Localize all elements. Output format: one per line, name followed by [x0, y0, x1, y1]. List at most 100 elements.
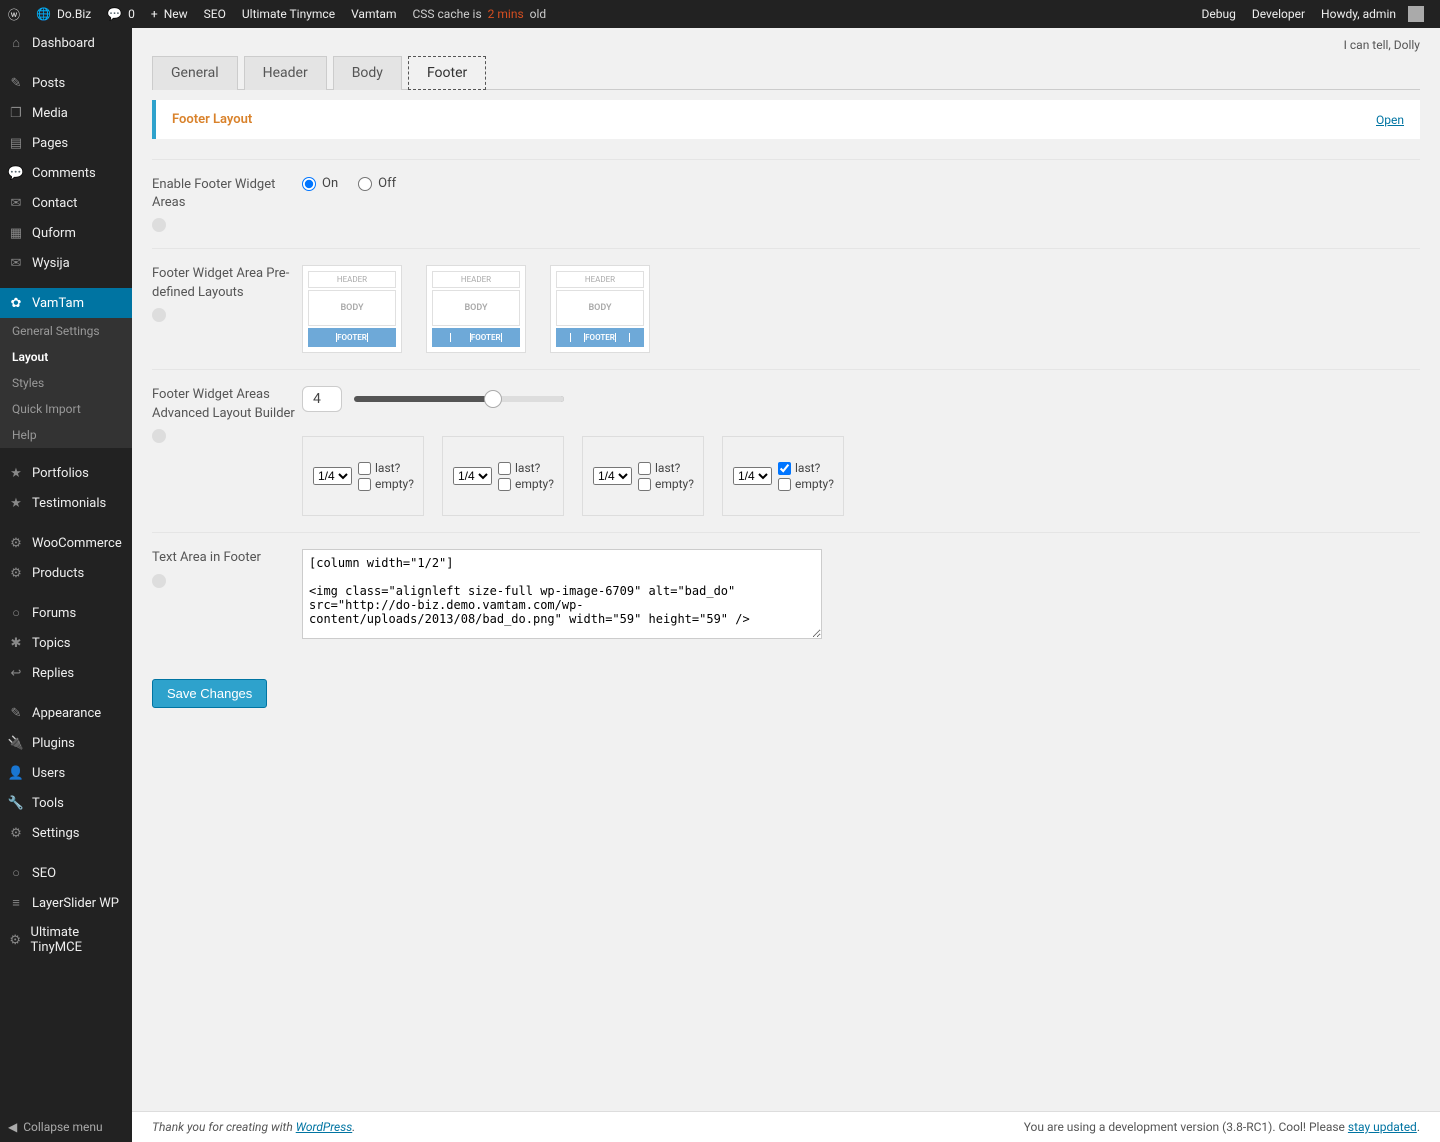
content: I can tell, Dolly GeneralHeaderBodyFoote… [132, 0, 1440, 748]
menu-icon: ○ [8, 605, 24, 621]
area-width-select[interactable]: 1/4 [733, 467, 772, 485]
enable-on-radio[interactable]: On [302, 176, 338, 191]
submenu-general-settings[interactable]: General Settings [0, 318, 132, 344]
slider-handle[interactable] [484, 390, 502, 408]
wordpress-icon: ⓦ [8, 6, 20, 23]
comment-icon: 💬 [107, 7, 122, 21]
last-checkbox[interactable]: last? [638, 461, 694, 475]
area-width-select[interactable]: 1/4 [313, 467, 352, 485]
menu-seo[interactable]: ○SEO [0, 858, 132, 888]
tab-header[interactable]: Header [244, 56, 327, 90]
debug-link[interactable]: Debug [1194, 0, 1244, 28]
ab-seo[interactable]: SEO [196, 0, 234, 28]
menu-contact[interactable]: ✉Contact [0, 188, 132, 218]
area-width-select[interactable]: 1/4 [453, 467, 492, 485]
submenu-quick-import[interactable]: Quick Import [0, 396, 132, 422]
footer-layout-panel: Footer Layout Open [152, 100, 1420, 139]
empty-checkbox[interactable]: empty? [358, 477, 414, 491]
menu-icon: ★ [8, 495, 24, 511]
panel-open-link[interactable]: Open [1376, 113, 1404, 127]
menu-icon: ✉ [8, 195, 24, 211]
menu-dashboard[interactable]: ⌂Dashboard [0, 28, 132, 58]
menu-testimonials[interactable]: ★Testimonials [0, 488, 132, 518]
submenu-layout[interactable]: Layout [0, 344, 132, 370]
footer-area-1: 1/4 last? empty? [302, 436, 424, 516]
menu-icon: ✎ [8, 75, 24, 91]
menu-icon: ✎ [8, 705, 24, 721]
area-width-select[interactable]: 1/4 [593, 467, 632, 485]
menu-forums[interactable]: ○Forums [0, 598, 132, 628]
last-checkbox[interactable]: last? [498, 461, 554, 475]
menu-woocommerce[interactable]: ⚙WooCommerce [0, 528, 132, 558]
last-checkbox[interactable]: last? [358, 461, 414, 475]
menu-icon: ⚙ [8, 932, 23, 948]
help-icon[interactable] [152, 574, 166, 588]
my-account[interactable]: Howdy, admin [1313, 0, 1432, 28]
menu-quform[interactable]: ▦Quform [0, 218, 132, 248]
help-icon[interactable] [152, 429, 166, 443]
wordpress-link[interactable]: WordPress [296, 1120, 353, 1134]
menu-users[interactable]: 👤Users [0, 758, 132, 788]
layout-preset-5[interactable]: HEADERBODYFOOTER [550, 265, 650, 353]
menu-replies[interactable]: ↩Replies [0, 658, 132, 688]
collapse-icon: ◀ [8, 1120, 17, 1134]
save-button[interactable]: Save Changes [152, 679, 267, 708]
textarea-label: Text Area in Footer [152, 549, 302, 643]
layout-tabs: GeneralHeaderBodyFooter [152, 56, 1420, 90]
menu-portfolios[interactable]: ★Portfolios [0, 458, 132, 488]
menu-icon: 💬 [8, 165, 24, 181]
menu-products[interactable]: ⚙Products [0, 558, 132, 588]
developer-link[interactable]: Developer [1244, 0, 1313, 28]
menu-icon: ▤ [8, 135, 24, 151]
submenu-help[interactable]: Help [0, 422, 132, 448]
layout-preset-3[interactable]: HEADERBODYFOOTER [302, 265, 402, 353]
ab-tinymce[interactable]: Ultimate Tinymce [234, 0, 343, 28]
menu-icon: ✉ [8, 255, 24, 271]
collapse-menu[interactable]: ◀Collapse menu [0, 1112, 132, 1142]
areas-slider[interactable] [354, 396, 564, 402]
comments-link[interactable]: 💬0 [99, 0, 143, 28]
menu-pages[interactable]: ▤Pages [0, 128, 132, 158]
empty-checkbox[interactable]: empty? [778, 477, 834, 491]
menu-comments[interactable]: 💬Comments [0, 158, 132, 188]
menu-appearance[interactable]: ✎Appearance [0, 698, 132, 728]
wp-logo[interactable]: ⓦ [0, 0, 28, 28]
menu-ultimate-tinymce[interactable]: ⚙Ultimate TinyMCE [0, 918, 132, 962]
tab-footer[interactable]: Footer [408, 56, 486, 90]
menu-wysija[interactable]: ✉Wysija [0, 248, 132, 278]
help-icon[interactable] [152, 218, 166, 232]
last-checkbox[interactable]: last? [778, 461, 834, 475]
stay-updated-link[interactable]: stay updated [1348, 1120, 1417, 1134]
menu-tools[interactable]: 🔧Tools [0, 788, 132, 818]
empty-checkbox[interactable]: empty? [638, 477, 694, 491]
new-content[interactable]: +New [143, 0, 196, 28]
menu-icon: ✱ [8, 635, 24, 651]
tab-body[interactable]: Body [333, 56, 402, 90]
menu-settings[interactable]: ⚙Settings [0, 818, 132, 848]
menu-posts[interactable]: ✎Posts [0, 68, 132, 98]
plus-icon: + [151, 7, 158, 21]
enable-off-radio[interactable]: Off [358, 176, 396, 191]
menu-vamtam[interactable]: ✿VamTam [0, 288, 132, 318]
menu-icon: ≡ [8, 895, 24, 911]
menu-topics[interactable]: ✱Topics [0, 628, 132, 658]
avatar [1408, 6, 1424, 22]
menu-icon: ○ [8, 865, 24, 881]
menu-icon: ▦ [8, 225, 24, 241]
layout-preset-4[interactable]: HEADERBODYFOOTER [426, 265, 526, 353]
tab-general[interactable]: General [152, 56, 238, 90]
cache-status: CSS cache is 2 mins old [404, 0, 554, 28]
footer-text-area[interactable] [302, 549, 822, 639]
footer-area-2: 1/4 last? empty? [442, 436, 564, 516]
empty-checkbox[interactable]: empty? [498, 477, 554, 491]
ab-vamtam[interactable]: Vamtam [343, 0, 404, 28]
menu-layerslider-wp[interactable]: ≡LayerSlider WP [0, 888, 132, 918]
site-name[interactable]: 🌐Do.Biz [28, 0, 99, 28]
submenu-styles[interactable]: Styles [0, 370, 132, 396]
slider-value: 4 [302, 386, 342, 412]
help-icon[interactable] [152, 308, 166, 322]
builder-label: Footer Widget Areas Advanced Layout Buil… [152, 386, 302, 516]
menu-plugins[interactable]: 🔌Plugins [0, 728, 132, 758]
menu-media[interactable]: ❐Media [0, 98, 132, 128]
menu-icon: ⚙ [8, 535, 24, 551]
